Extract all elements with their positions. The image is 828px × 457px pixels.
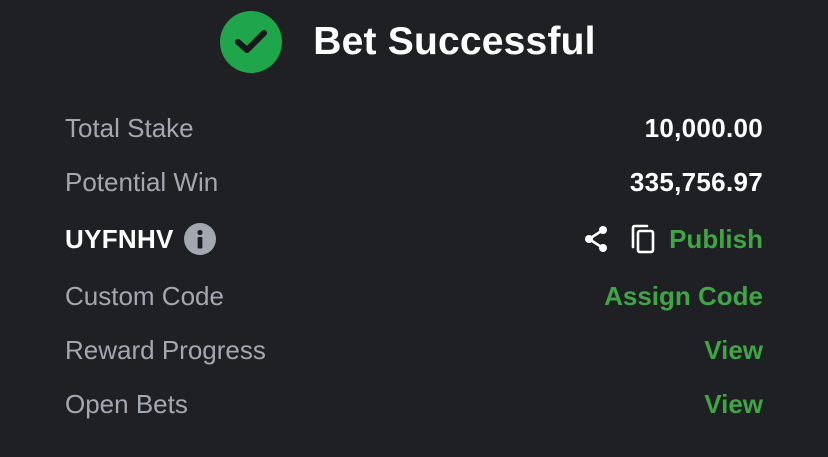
share-icon[interactable] bbox=[581, 224, 611, 254]
potential-win-value: 335,756.97 bbox=[629, 166, 763, 197]
custom-code-label: Custom Code bbox=[65, 280, 224, 311]
success-header: Bet Successful bbox=[0, 10, 828, 74]
booking-code-row: UYFNHV Publish bbox=[65, 219, 763, 259]
total-stake-value: 10,000.00 bbox=[644, 112, 763, 143]
reward-progress-view-button[interactable]: View bbox=[704, 335, 763, 366]
open-bets-row: Open Bets View bbox=[65, 384, 763, 424]
booking-code-group: UYFNHV bbox=[65, 223, 216, 255]
assign-code-button[interactable]: Assign Code bbox=[604, 281, 763, 312]
custom-code-row: Custom Code Assign Code bbox=[65, 276, 763, 316]
open-bets-label: Open Bets bbox=[65, 388, 188, 419]
reward-progress-label: Reward Progress bbox=[65, 334, 266, 365]
reward-progress-row: Reward Progress View bbox=[65, 330, 763, 370]
total-stake-row: Total Stake 10,000.00 bbox=[65, 108, 763, 148]
bet-success-screen: Bet Successful Total Stake 10,000.00 Pot… bbox=[0, 0, 828, 457]
booking-actions: Publish bbox=[581, 223, 763, 255]
total-stake-label: Total Stake bbox=[65, 112, 194, 143]
potential-win-row: Potential Win 335,756.97 bbox=[65, 162, 763, 202]
copy-icon[interactable] bbox=[629, 223, 657, 255]
open-bets-view-button[interactable]: View bbox=[704, 389, 763, 420]
check-circle-icon bbox=[220, 11, 283, 73]
booking-code: UYFNHV bbox=[65, 223, 174, 254]
publish-button[interactable]: Publish bbox=[669, 224, 763, 255]
info-icon[interactable] bbox=[183, 223, 216, 255]
potential-win-label: Potential Win bbox=[65, 166, 219, 197]
page-title: Bet Successful bbox=[313, 20, 596, 63]
